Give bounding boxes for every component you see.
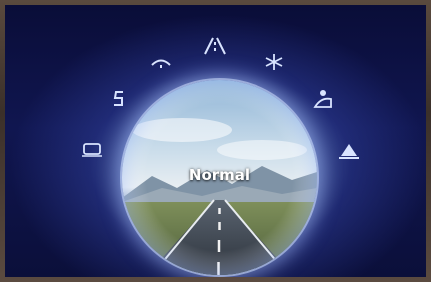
- drive-mode-screen: Normal: [5, 5, 426, 277]
- mode-preview-lens[interactable]: Normal: [122, 80, 317, 275]
- tire-icon[interactable]: [336, 139, 362, 161]
- slope-icon[interactable]: [310, 87, 336, 109]
- eco-icon[interactable]: [79, 138, 105, 160]
- road-mode-icon[interactable]: [202, 35, 228, 57]
- current-mode-label: Normal: [188, 166, 251, 184]
- sport-icon[interactable]: [106, 88, 132, 110]
- rain-wiper-icon[interactable]: [148, 51, 174, 73]
- snowflake-icon[interactable]: [261, 51, 287, 73]
